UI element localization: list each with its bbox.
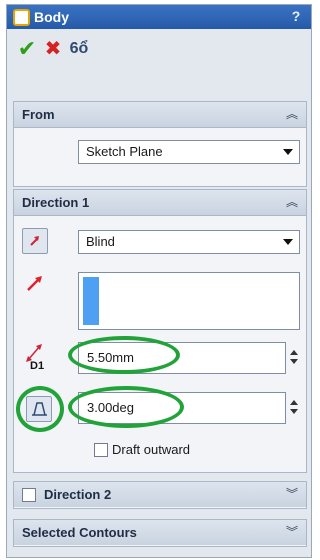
from-select-value: Sketch Plane <box>86 144 163 159</box>
depth-value: 5.50mm <box>87 350 134 365</box>
from-group-title: From <box>22 107 55 122</box>
selected-contours-group: Selected Contours ︾ <box>13 519 307 547</box>
spin-up-icon <box>290 350 298 355</box>
preview-button[interactable]: 6ổ <box>67 37 91 61</box>
property-manager-pane: Body ? ✔ ✖ 6ổ From ︽ Sketch Plane Direct… <box>6 4 312 558</box>
from-select[interactable]: Sketch Plane <box>78 140 300 164</box>
spin-down-icon <box>290 409 298 414</box>
draft-outward-checkbox[interactable] <box>94 443 108 457</box>
from-group: From ︽ Sketch Plane <box>13 101 307 187</box>
ok-button[interactable]: ✔ <box>15 37 39 61</box>
direction1-group-header[interactable]: Direction 1 ︽ <box>14 190 306 216</box>
depth-label: D1 <box>30 360 45 372</box>
expand-chevron-icon: ︾ <box>285 487 298 501</box>
draft-icon <box>32 402 47 416</box>
selection-box-highlight <box>83 277 99 325</box>
draft-outward-label: Draft outward <box>112 442 191 457</box>
collapse-chevron-icon: ︽ <box>285 107 298 121</box>
depth-input[interactable]: 5.50mm <box>78 342 286 374</box>
pane-title: Body <box>34 9 69 25</box>
end-condition-select[interactable]: Blind <box>78 230 300 254</box>
draft-angle-value: 3.00deg <box>87 400 134 415</box>
reverse-direction-button[interactable] <box>22 228 48 254</box>
help-button[interactable]: ? <box>287 7 305 25</box>
body-feature-icon <box>13 9 30 26</box>
direction-reference-field[interactable] <box>78 272 300 330</box>
end-condition-value: Blind <box>86 234 115 249</box>
depth-spinner[interactable] <box>288 342 302 372</box>
direction1-group: Direction 1 ︽ Blind D1 5.50mm 3.00deg Dr… <box>13 189 307 473</box>
selected-contours-group-header[interactable]: Selected Contours ︾ <box>14 520 306 545</box>
spin-up-icon <box>290 400 298 405</box>
direction2-checkbox[interactable] <box>22 488 36 502</box>
direction-vector-icon <box>27 276 42 291</box>
spin-down-icon <box>290 359 298 364</box>
direction2-group: Direction 2 ︾ <box>13 481 307 509</box>
dropdown-arrow-icon <box>283 239 293 245</box>
cancel-button[interactable]: ✖ <box>41 37 65 61</box>
reverse-direction-icon <box>30 236 39 246</box>
expand-chevron-icon: ︾ <box>285 525 298 539</box>
dropdown-arrow-icon <box>283 149 293 155</box>
draft-angle-spinner[interactable] <box>288 392 302 422</box>
direction1-group-title: Direction 1 <box>22 195 90 210</box>
direction2-group-header[interactable]: Direction 2 ︾ <box>14 482 306 507</box>
collapse-chevron-icon: ︽ <box>285 195 298 209</box>
selected-contours-group-title: Selected Contours <box>22 525 137 540</box>
direction2-group-title: Direction 2 <box>44 487 112 502</box>
draft-angle-input[interactable]: 3.00deg <box>78 392 286 424</box>
from-group-header[interactable]: From ︽ <box>14 102 306 128</box>
draft-toggle-button[interactable] <box>26 396 52 422</box>
title-bar: Body ? <box>7 5 311 29</box>
